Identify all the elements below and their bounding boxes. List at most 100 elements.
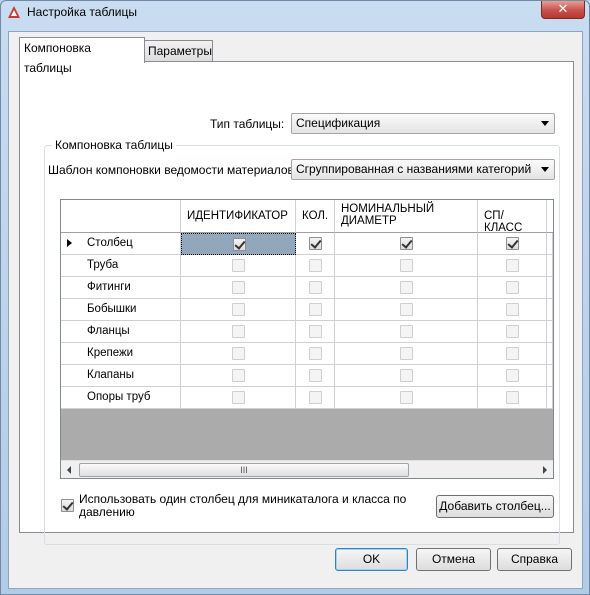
column-include-checkbox[interactable] xyxy=(232,391,245,404)
template-select[interactable]: Сгруппированная с названиями категорий xyxy=(291,159,555,180)
column-include-checkbox[interactable] xyxy=(400,259,413,272)
column-header-identifier[interactable]: ИДЕНТИФИКАТОР xyxy=(181,200,296,233)
grid-cell[interactable] xyxy=(478,387,547,409)
grid-cell[interactable] xyxy=(478,233,547,255)
close-button[interactable]: ✕ xyxy=(541,1,585,19)
column-include-checkbox[interactable] xyxy=(232,325,245,338)
column-include-checkbox[interactable] xyxy=(309,325,322,338)
table-row[interactable]: Фитинги xyxy=(61,277,553,299)
column-include-checkbox[interactable] xyxy=(309,303,322,316)
column-include-checkbox[interactable] xyxy=(400,237,413,250)
row-header[interactable]: Фитинги xyxy=(61,277,181,299)
column-include-checkbox[interactable] xyxy=(506,281,519,294)
column-include-checkbox[interactable] xyxy=(232,281,245,294)
grid-cell[interactable] xyxy=(181,277,296,299)
column-include-checkbox[interactable] xyxy=(309,281,322,294)
help-button[interactable]: Справка xyxy=(497,548,572,571)
column-include-checkbox[interactable] xyxy=(506,369,519,382)
table-row[interactable]: Бобышки xyxy=(61,299,553,321)
grid-cell[interactable] xyxy=(181,299,296,321)
title-bar[interactable]: Настройка таблицы ✕ xyxy=(1,1,589,25)
column-include-checkbox[interactable] xyxy=(506,325,519,338)
grid-cell[interactable] xyxy=(181,233,296,255)
table-row[interactable]: Столбец xyxy=(61,233,553,255)
column-include-checkbox[interactable] xyxy=(506,259,519,272)
column-include-checkbox[interactable] xyxy=(400,281,413,294)
grid-cell[interactable] xyxy=(296,233,335,255)
column-include-checkbox[interactable] xyxy=(309,347,322,360)
column-include-checkbox[interactable] xyxy=(232,259,245,272)
column-include-checkbox[interactable] xyxy=(309,391,322,404)
table-row[interactable]: Крепежи xyxy=(61,343,553,365)
row-header[interactable]: Фланцы xyxy=(61,321,181,343)
column-include-checkbox[interactable] xyxy=(309,259,322,272)
grid-cell[interactable] xyxy=(296,321,335,343)
column-include-checkbox[interactable] xyxy=(506,303,519,316)
column-include-checkbox[interactable] xyxy=(309,369,322,382)
grid-cell[interactable] xyxy=(478,299,547,321)
grid-cell[interactable] xyxy=(478,321,547,343)
table-row[interactable]: Фланцы xyxy=(61,321,553,343)
grid-cell[interactable] xyxy=(181,255,296,277)
grid-cell[interactable] xyxy=(181,387,296,409)
table-row[interactable]: Труба xyxy=(61,255,553,277)
grid-cell[interactable] xyxy=(296,365,335,387)
column-include-checkbox[interactable] xyxy=(400,369,413,382)
row-header[interactable]: Опоры труб xyxy=(61,387,181,409)
grid-cell[interactable] xyxy=(181,321,296,343)
row-header[interactable]: Столбец xyxy=(61,233,181,255)
grid-cell[interactable] xyxy=(478,277,547,299)
column-header-nominal-diameter[interactable]: НОМИНАЛЬНЫЙ ДИАМЕТР xyxy=(335,200,478,233)
grid-cell[interactable] xyxy=(335,299,478,321)
layout-group-caption: Компоновка таблицы xyxy=(52,138,176,152)
horizontal-scrollbar[interactable]: III xyxy=(61,460,553,478)
grid-cell[interactable] xyxy=(478,255,547,277)
scroll-right-icon[interactable] xyxy=(543,466,547,474)
grid-cell[interactable] xyxy=(335,255,478,277)
column-include-checkbox[interactable] xyxy=(400,391,413,404)
row-header[interactable]: Клапаны xyxy=(61,365,181,387)
grid-cell[interactable] xyxy=(335,365,478,387)
grid-cell[interactable] xyxy=(296,277,335,299)
table-row[interactable]: Опоры труб xyxy=(61,387,553,409)
grid-cell[interactable] xyxy=(296,343,335,365)
column-include-checkbox[interactable] xyxy=(400,325,413,338)
grid-cell[interactable] xyxy=(478,343,547,365)
tab-parameters[interactable]: Параметры xyxy=(143,40,213,62)
column-include-checkbox[interactable] xyxy=(309,237,322,250)
column-include-checkbox[interactable] xyxy=(506,391,519,404)
table-row[interactable]: Клапаны xyxy=(61,365,553,387)
column-include-checkbox[interactable] xyxy=(232,303,245,316)
scroll-left-icon[interactable] xyxy=(67,466,71,474)
grid-cell[interactable] xyxy=(335,321,478,343)
grid-cell[interactable] xyxy=(478,365,547,387)
scroll-thumb[interactable]: III xyxy=(79,463,409,477)
cancel-button[interactable]: Отмена xyxy=(416,548,491,571)
grid-cell[interactable] xyxy=(335,387,478,409)
tab-table-layout[interactable]: Компоновка таблицы xyxy=(19,37,145,75)
column-header-qty[interactable]: КОЛ. xyxy=(296,200,335,233)
column-include-checkbox[interactable] xyxy=(232,347,245,360)
single-column-checkbox[interactable] xyxy=(61,499,74,512)
row-header[interactable]: Труба xyxy=(61,255,181,277)
grid-cell[interactable] xyxy=(181,343,296,365)
grid-cell[interactable] xyxy=(335,277,478,299)
column-include-checkbox[interactable] xyxy=(506,237,519,250)
grid-cell[interactable] xyxy=(296,387,335,409)
column-header-sp-class[interactable]: СП/КЛАСС xyxy=(478,200,547,233)
grid-cell[interactable] xyxy=(335,233,478,255)
row-header[interactable]: Крепежи xyxy=(61,343,181,365)
grid-cell[interactable] xyxy=(296,299,335,321)
add-column-button[interactable]: Добавить столбец... xyxy=(436,495,554,518)
grid-cell[interactable] xyxy=(335,343,478,365)
column-include-checkbox[interactable] xyxy=(400,347,413,360)
column-include-checkbox[interactable] xyxy=(233,238,246,251)
table-type-select[interactable]: Спецификация xyxy=(291,113,555,134)
column-include-checkbox[interactable] xyxy=(232,369,245,382)
column-include-checkbox[interactable] xyxy=(400,303,413,316)
row-header[interactable]: Бобышки xyxy=(61,299,181,321)
ok-button[interactable]: OK xyxy=(335,548,408,571)
grid-cell[interactable] xyxy=(296,255,335,277)
grid-cell[interactable] xyxy=(181,365,296,387)
column-include-checkbox[interactable] xyxy=(506,347,519,360)
